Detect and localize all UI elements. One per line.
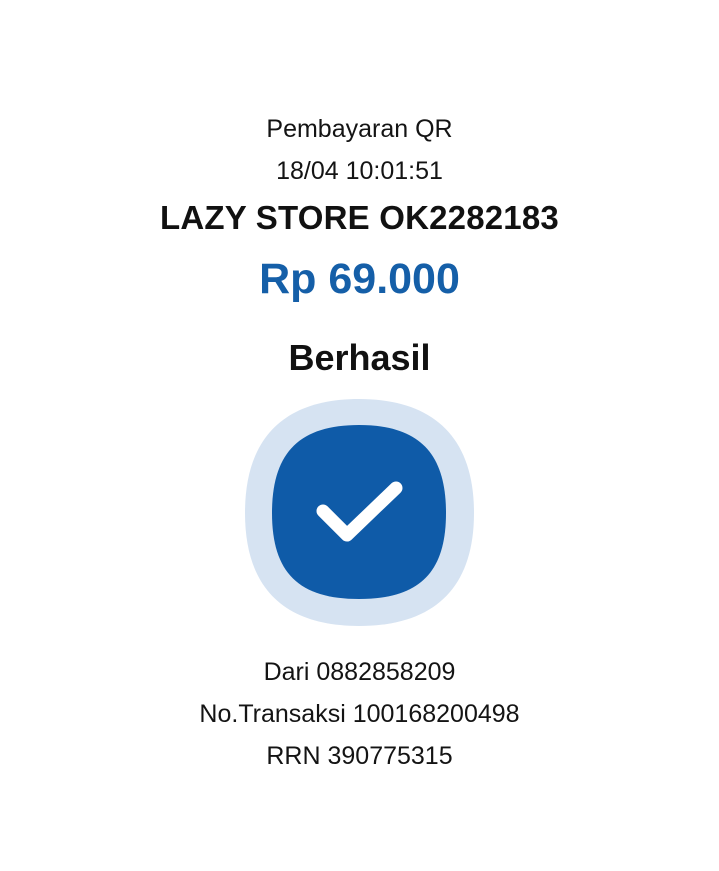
sender-number: 0882858209 <box>316 658 456 686</box>
rrn-info: RRN 390775315 <box>0 740 719 772</box>
success-badge <box>241 395 478 630</box>
sender-label: Dari <box>263 658 310 686</box>
rrn-value: 390775315 <box>327 742 453 770</box>
sender-info: Dari 0882858209 <box>0 656 719 688</box>
transaction-number-value: 100168200498 <box>352 700 520 728</box>
transaction-number-label: No.Transaksi <box>199 700 346 728</box>
badge-inner-shape <box>272 425 446 599</box>
payment-type-label: Pembayaran QR <box>266 115 453 143</box>
rrn-label: RRN <box>266 742 321 770</box>
transaction-number-info: No.Transaksi 100168200498 <box>0 698 719 730</box>
transaction-datetime: 18/04 10:01:51 <box>276 157 443 185</box>
payment-amount: Rp 69.000 <box>259 255 460 303</box>
checkmark-icon <box>245 399 474 626</box>
merchant-name: LAZY STORE OK2282183 <box>160 199 559 236</box>
payment-status: Berhasil <box>288 337 431 378</box>
payment-receipt: Pembayaran QR 18/04 10:01:51 LAZY STORE … <box>0 0 719 871</box>
